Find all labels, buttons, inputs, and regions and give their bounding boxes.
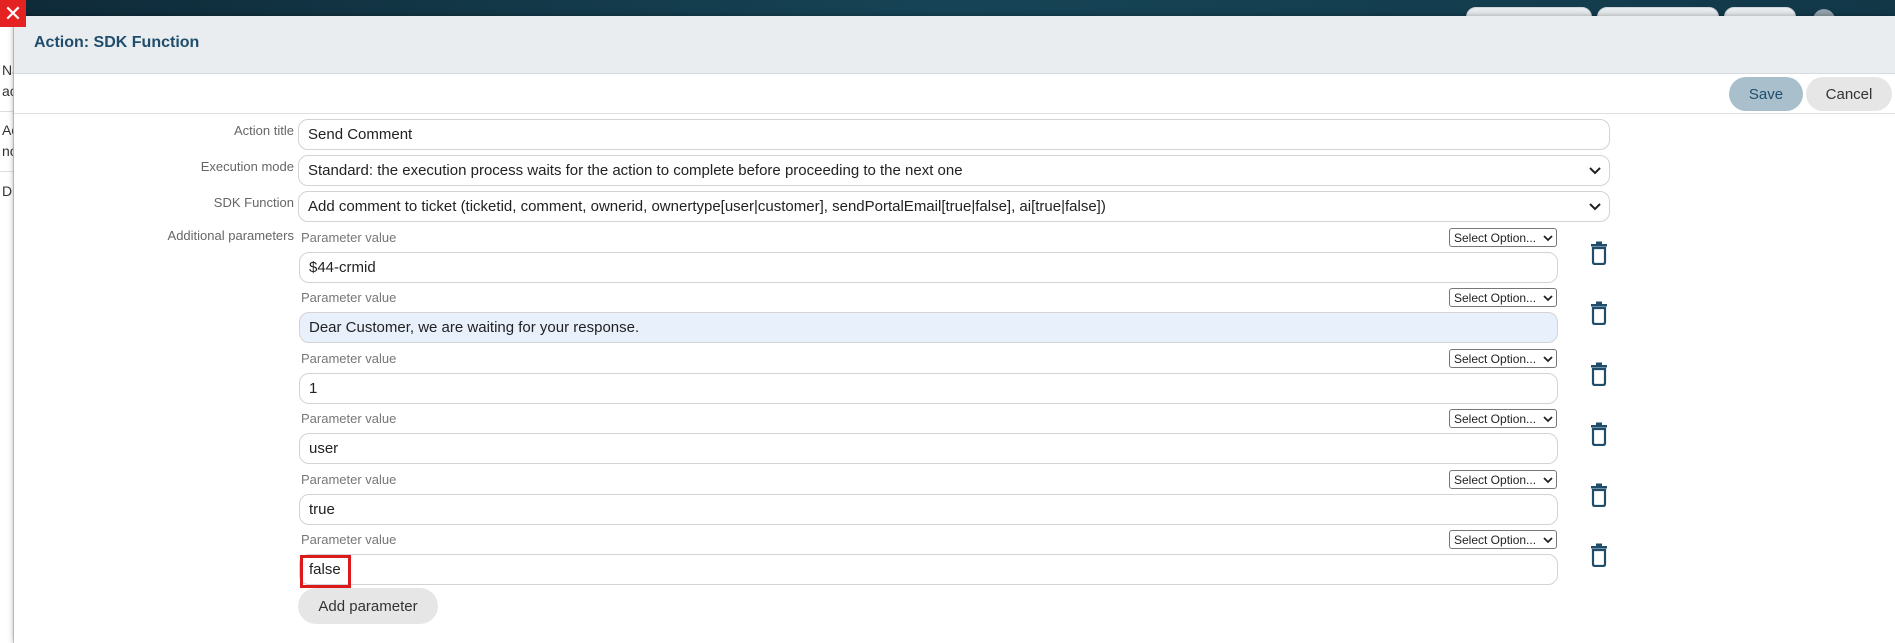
trash-icon[interactable] bbox=[1588, 483, 1610, 507]
trash-icon[interactable] bbox=[1588, 543, 1610, 567]
trash-icon[interactable] bbox=[1588, 422, 1610, 446]
close-icon[interactable]: ✕ bbox=[0, 0, 26, 27]
parameter-value-input[interactable]: user bbox=[299, 433, 1558, 464]
chevron-down-icon bbox=[1589, 167, 1601, 175]
parameter-option-select[interactable]: Select Option... bbox=[1449, 409, 1557, 428]
parameter-option-select[interactable]: Select Option... bbox=[1449, 470, 1557, 489]
parameter-option-select[interactable]: Select Option... bbox=[1449, 288, 1557, 307]
parameter-option-select[interactable]: Select Option... bbox=[1449, 228, 1557, 247]
chevron-down-icon bbox=[1543, 295, 1553, 302]
chevron-down-icon bbox=[1543, 477, 1553, 484]
parameter-option-select[interactable]: Select Option... bbox=[1449, 530, 1557, 549]
parameter-value-input[interactable]: true bbox=[299, 494, 1558, 525]
sdk-function-select[interactable]: Add comment to ticket (ticketid, comment… bbox=[298, 191, 1610, 222]
parameter-option-value: Select Option... bbox=[1454, 351, 1537, 366]
additional-parameters-label: Additional parameters bbox=[167, 228, 294, 243]
chevron-down-icon bbox=[1543, 356, 1553, 363]
background-text: nc bbox=[2, 143, 13, 159]
background-sidebar: Na ac Ac nc D bbox=[0, 16, 14, 643]
execution-mode-value: Standard: the execution process waits fo… bbox=[308, 162, 963, 179]
dialog-toolbar: Save Cancel bbox=[14, 74, 1895, 114]
background-text: Na bbox=[2, 62, 13, 78]
action-title-input[interactable]: Send Comment bbox=[298, 119, 1610, 150]
parameter-value-input[interactable]: false bbox=[299, 554, 1558, 585]
parameter-value-label: Parameter value bbox=[301, 532, 397, 547]
parameter-value-input[interactable]: Dear Customer, we are waiting for your r… bbox=[299, 312, 1558, 343]
save-button[interactable]: Save bbox=[1729, 77, 1803, 111]
sdk-function-value: Add comment to ticket (ticketid, comment… bbox=[308, 198, 1106, 215]
trash-icon[interactable] bbox=[1588, 241, 1610, 265]
trash-icon[interactable] bbox=[1588, 301, 1610, 325]
parameter-value-label: Parameter value bbox=[301, 411, 397, 426]
trash-icon[interactable] bbox=[1588, 362, 1610, 386]
parameter-option-value: Select Option... bbox=[1454, 230, 1537, 245]
execution-mode-label: Execution mode bbox=[200, 159, 294, 174]
parameter-value-input[interactable]: 1 bbox=[299, 373, 1558, 404]
execution-mode-select[interactable]: Standard: the execution process waits fo… bbox=[298, 155, 1610, 186]
parameter-option-value: Select Option... bbox=[1454, 290, 1537, 305]
sdk-function-label: SDK Function bbox=[213, 195, 294, 210]
parameter-option-select[interactable]: Select Option... bbox=[1449, 349, 1557, 368]
parameter-option-value: Select Option... bbox=[1454, 411, 1537, 426]
chevron-down-icon bbox=[1589, 203, 1601, 211]
add-parameter-button[interactable]: Add parameter bbox=[298, 588, 438, 624]
parameter-value-label: Parameter value bbox=[301, 230, 397, 245]
dialog-title: Action: SDK Function bbox=[34, 34, 200, 51]
chevron-down-icon bbox=[1543, 537, 1553, 544]
parameter-value-input[interactable]: $44-crmid bbox=[299, 252, 1558, 283]
parameter-option-value: Select Option... bbox=[1454, 472, 1537, 487]
cancel-button[interactable]: Cancel bbox=[1806, 77, 1892, 111]
chevron-down-icon bbox=[1543, 235, 1553, 242]
sdk-function-dialog: Action: SDK Function Save Cancel Action … bbox=[14, 16, 1895, 643]
parameter-value-label: Parameter value bbox=[301, 290, 397, 305]
parameter-option-value: Select Option... bbox=[1454, 532, 1537, 547]
dialog-header: Action: SDK Function bbox=[14, 16, 1895, 74]
background-text: D bbox=[2, 183, 13, 199]
action-title-label: Action title bbox=[234, 123, 294, 138]
background-text: ac bbox=[2, 83, 13, 99]
background-text: Ac bbox=[2, 122, 13, 138]
parameter-value-label: Parameter value bbox=[301, 472, 397, 487]
chevron-down-icon bbox=[1543, 416, 1553, 423]
parameter-value-label: Parameter value bbox=[301, 351, 397, 366]
